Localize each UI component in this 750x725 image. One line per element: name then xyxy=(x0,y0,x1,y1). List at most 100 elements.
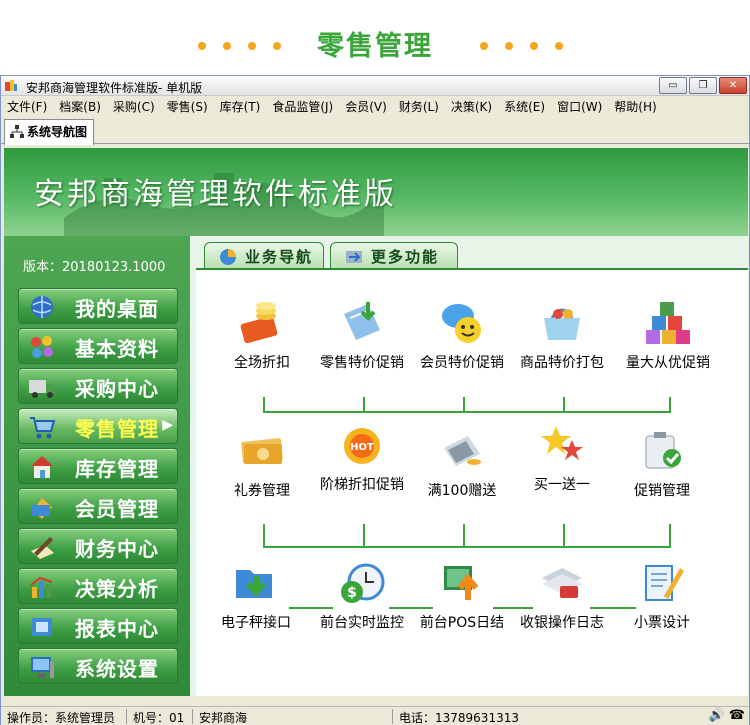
func-pos-daily-close[interactable]: 前台POS日结 xyxy=(414,560,510,632)
connector-line xyxy=(669,524,671,548)
connector-line xyxy=(363,397,365,413)
function-grid: 全场折扣 零售特价促销 会员特价促销 商品特价打包 量大从优促销 礼券管理 HO… xyxy=(196,268,748,696)
func-realtime-monitor[interactable]: $ 前台实时监控 xyxy=(314,560,410,632)
sidebar: 版本：20180123.1000 我的桌面 基本资料 采购中心 零售管理 ▶ 库… xyxy=(4,236,190,696)
sidebar-item-inventory-management[interactable]: 库存管理 xyxy=(18,448,178,484)
tab-label: 更多功能 xyxy=(371,248,440,266)
note-pencil-icon xyxy=(645,565,684,601)
menu-window[interactable]: 窗口(W) xyxy=(551,96,608,116)
tab-system-navigation[interactable]: 系统导航图 xyxy=(4,119,95,145)
hero-header: 安邦商海管理软件标准版 xyxy=(4,148,748,236)
navigation-panel: 安邦商海管理软件标准版 版本：20180123.1000 我的桌面 基本资料 采… xyxy=(4,148,748,696)
version-label: 版本：20180123.1000 xyxy=(23,260,166,275)
func-retail-special-promo[interactable]: 零售特价促销 xyxy=(314,300,410,372)
status-bar: 操作员：系统管理员 机号：01 安邦商海 电话：13789631313 🔊 ☎ xyxy=(1,706,749,725)
connector-line xyxy=(363,524,365,548)
sidebar-item-purchase-center[interactable]: 采购中心 xyxy=(18,368,178,404)
status-operator: 操作员：系统管理员 xyxy=(1,709,127,725)
computer-icon xyxy=(31,657,54,678)
func-label: 礼券管理 xyxy=(234,483,290,499)
sidebar-item-member-management[interactable]: 会员管理 xyxy=(18,488,178,524)
smiley-chat-icon xyxy=(442,304,481,343)
house-icon xyxy=(31,456,53,478)
menu-system[interactable]: 系统(E) xyxy=(498,96,551,116)
menu-decision[interactable]: 决策(K) xyxy=(445,96,498,116)
tab-label: 业务导航 xyxy=(245,248,314,266)
tab-more-functions[interactable]: 更多功能 xyxy=(330,242,458,270)
pen-paper-icon xyxy=(31,537,54,559)
func-cashier-log[interactable]: 收银操作日志 xyxy=(514,560,610,632)
func-label: 会员特价促销 xyxy=(420,355,504,371)
sidebar-item-finance-center[interactable]: 财务中心 xyxy=(18,528,178,564)
func-store-discount[interactable]: 全场折扣 xyxy=(214,300,310,372)
svg-text:HOT: HOT xyxy=(350,442,374,453)
menu-bar: 文件(F) 档案(B) 采购(C) 零售(S) 库存(T) 食品监管(J) 会员… xyxy=(1,96,749,116)
func-bulk-discount[interactable]: 量大从优促销 xyxy=(620,300,716,372)
connector-line xyxy=(563,524,565,548)
menu-member[interactable]: 会员(V) xyxy=(339,96,393,116)
sidebar-item-decision-analysis[interactable]: 决策分析 xyxy=(18,568,178,604)
func-member-special-promo[interactable]: 会员特价促销 xyxy=(414,300,510,372)
cart-icon xyxy=(30,417,56,439)
sidebar-item-label: 库存管理 xyxy=(75,457,159,481)
func-scale-interface[interactable]: 电子秤接口 xyxy=(208,560,304,632)
connector-line xyxy=(263,411,671,413)
close-button[interactable]: ✕ xyxy=(719,77,747,94)
connector-line xyxy=(263,524,265,548)
func-label: 全场折扣 xyxy=(234,355,290,371)
menu-help[interactable]: 帮助(H) xyxy=(608,96,662,116)
sidebar-item-label: 会员管理 xyxy=(75,497,159,521)
func-buy-one-get-one[interactable]: 买一送一 xyxy=(514,422,610,494)
sidebar-item-system-settings[interactable]: 系统设置 xyxy=(18,648,178,684)
func-promotion-management[interactable]: 促销管理 xyxy=(614,428,710,500)
func-label: 买一送一 xyxy=(534,477,590,493)
sidebar-item-basic-data[interactable]: 基本资料 xyxy=(18,328,178,364)
sidebar-item-retail-management[interactable]: 零售管理 ▶ xyxy=(18,408,178,444)
tab-business-navigation[interactable]: 业务导航 xyxy=(204,242,324,270)
menu-inventory[interactable]: 库存(T) xyxy=(214,96,267,116)
arrows-icon xyxy=(346,251,362,263)
menu-file[interactable]: 文件(F) xyxy=(1,96,53,116)
app-window: 安邦商海管理软件标准版- 单机版 ▭ ❐ ✕ 文件(F) 档案(B) 采购(C)… xyxy=(0,75,750,725)
coins-card-icon xyxy=(240,302,278,344)
speaker-icon[interactable]: 🔊 xyxy=(708,708,724,723)
menu-archive[interactable]: 档案(B) xyxy=(53,96,107,116)
func-tiered-discount[interactable]: HOT 阶梯折扣促销 xyxy=(314,422,410,494)
connector-line xyxy=(463,524,465,548)
menu-finance[interactable]: 财务(L) xyxy=(393,96,445,116)
phone-icon[interactable]: ☎ xyxy=(729,708,745,723)
connector-line xyxy=(669,397,671,413)
func-label: 小票设计 xyxy=(634,615,690,631)
menu-food-supervision[interactable]: 食品监管(J) xyxy=(266,96,339,116)
title-bar[interactable]: 安邦商海管理软件标准版- 单机版 ▭ ❐ ✕ xyxy=(1,76,749,96)
sidebar-item-my-desktop[interactable]: 我的桌面 xyxy=(18,288,178,324)
func-label: 满100赠送 xyxy=(427,483,497,499)
func-label: 阶梯折扣促销 xyxy=(320,477,404,493)
cubes-icon xyxy=(646,302,690,344)
func-receipt-design[interactable]: 小票设计 xyxy=(614,560,710,632)
func-label: 前台POS日结 xyxy=(419,615,505,631)
func-spend-100-gift[interactable]: 满100赠送 xyxy=(414,428,510,500)
func-voucher-management[interactable]: 礼券管理 xyxy=(214,428,310,500)
func-label: 前台实时监控 xyxy=(320,615,404,631)
menu-purchase[interactable]: 采购(C) xyxy=(107,96,161,116)
report-icon xyxy=(32,618,52,636)
promo-banner: 零售管理 xyxy=(0,0,750,75)
sidebar-item-label: 报表中心 xyxy=(75,617,159,641)
menu-retail[interactable]: 零售(S) xyxy=(161,96,214,116)
sidebar-item-label: 系统设置 xyxy=(75,657,159,681)
cash-register-icon xyxy=(444,436,481,466)
connector-line xyxy=(263,546,671,548)
banner-title: 零售管理 xyxy=(317,31,433,62)
connector-line xyxy=(263,397,265,413)
restore-button[interactable]: ❐ xyxy=(689,77,717,94)
func-product-bundle[interactable]: 商品特价打包 xyxy=(514,300,610,372)
clock-dollar-icon: $ xyxy=(341,563,385,603)
pie-icon xyxy=(220,249,236,265)
banknote-icon xyxy=(241,438,283,464)
connector-line xyxy=(563,397,565,413)
minimize-button[interactable]: ▭ xyxy=(659,77,687,94)
card-icon xyxy=(32,498,52,519)
func-label: 量大从优促销 xyxy=(626,355,710,371)
sidebar-item-report-center[interactable]: 报表中心 xyxy=(18,608,178,644)
